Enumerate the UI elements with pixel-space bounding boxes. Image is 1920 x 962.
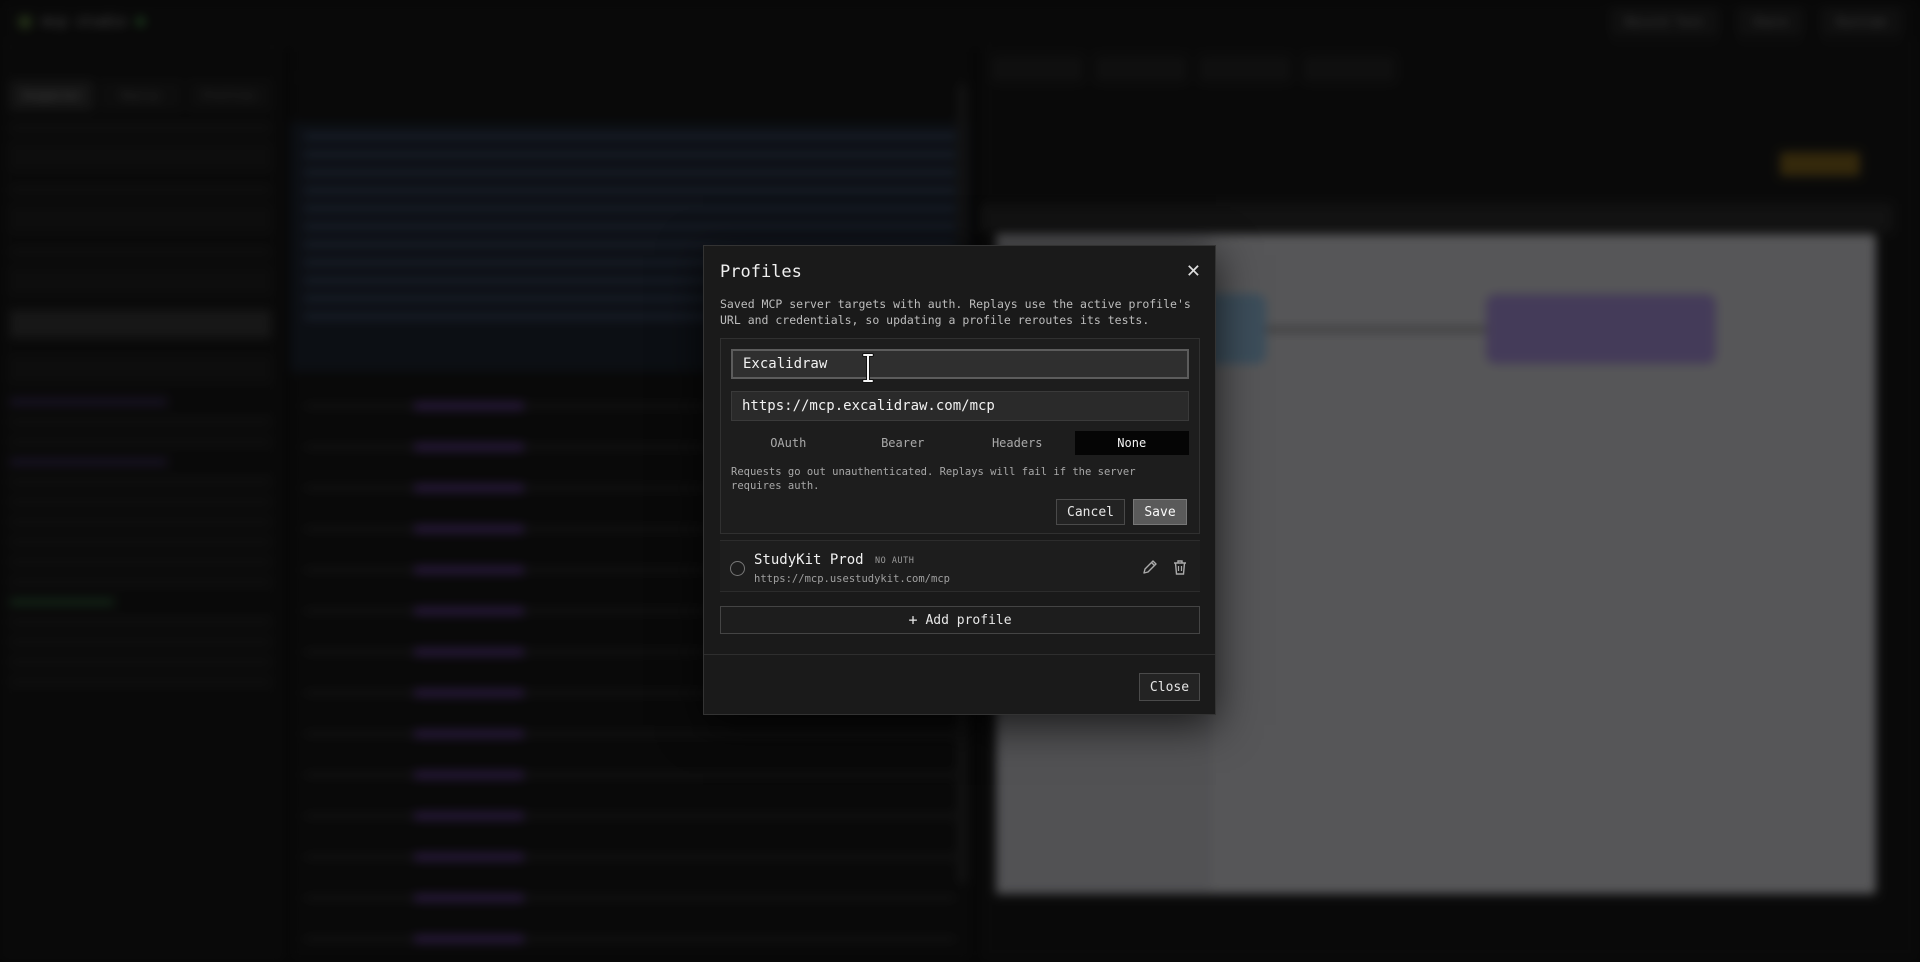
close-button[interactable]: Close bbox=[1139, 673, 1200, 701]
trash-icon[interactable] bbox=[1171, 558, 1189, 576]
pencil-icon[interactable] bbox=[1141, 558, 1159, 576]
add-profile-button[interactable]: + Add profile bbox=[720, 606, 1200, 634]
profile-select-radio[interactable] bbox=[730, 561, 745, 576]
cancel-button[interactable]: Cancel bbox=[1056, 499, 1125, 525]
dialog-divider bbox=[704, 654, 1215, 655]
profile-name: StudyKit Prod bbox=[754, 552, 864, 568]
auth-type-selector: OAuth Bearer Headers None bbox=[731, 431, 1189, 455]
profile-name-input[interactable] bbox=[731, 349, 1189, 379]
auth-option-bearer[interactable]: Bearer bbox=[846, 431, 961, 455]
dialog-title: Profiles bbox=[720, 262, 802, 282]
dialog-description: Saved MCP server targets with auth. Repl… bbox=[720, 297, 1191, 327]
auth-option-oauth[interactable]: OAuth bbox=[731, 431, 846, 455]
save-button[interactable]: Save bbox=[1133, 499, 1187, 525]
profiles-dialog: Profiles ✕ Saved MCP server targets with… bbox=[703, 245, 1216, 715]
add-profile-label: Add profile bbox=[925, 612, 1012, 628]
plus-icon: + bbox=[908, 611, 918, 629]
auth-note: Requests go out unauthenticated. Replays… bbox=[731, 466, 1136, 492]
close-icon[interactable]: ✕ bbox=[1186, 263, 1201, 281]
profile-edit-form: OAuth Bearer Headers None Requests go ou… bbox=[720, 338, 1200, 534]
auth-badge: NO AUTH bbox=[875, 556, 915, 566]
profile-list-item[interactable]: StudyKit Prod NO AUTH https://mcp.usestu… bbox=[720, 540, 1200, 592]
auth-option-none[interactable]: None bbox=[1074, 431, 1189, 455]
profile-url: https://mcp.usestudykit.com/mcp bbox=[754, 573, 950, 585]
auth-option-headers[interactable]: Headers bbox=[960, 431, 1075, 455]
profile-url-input[interactable] bbox=[731, 391, 1189, 421]
